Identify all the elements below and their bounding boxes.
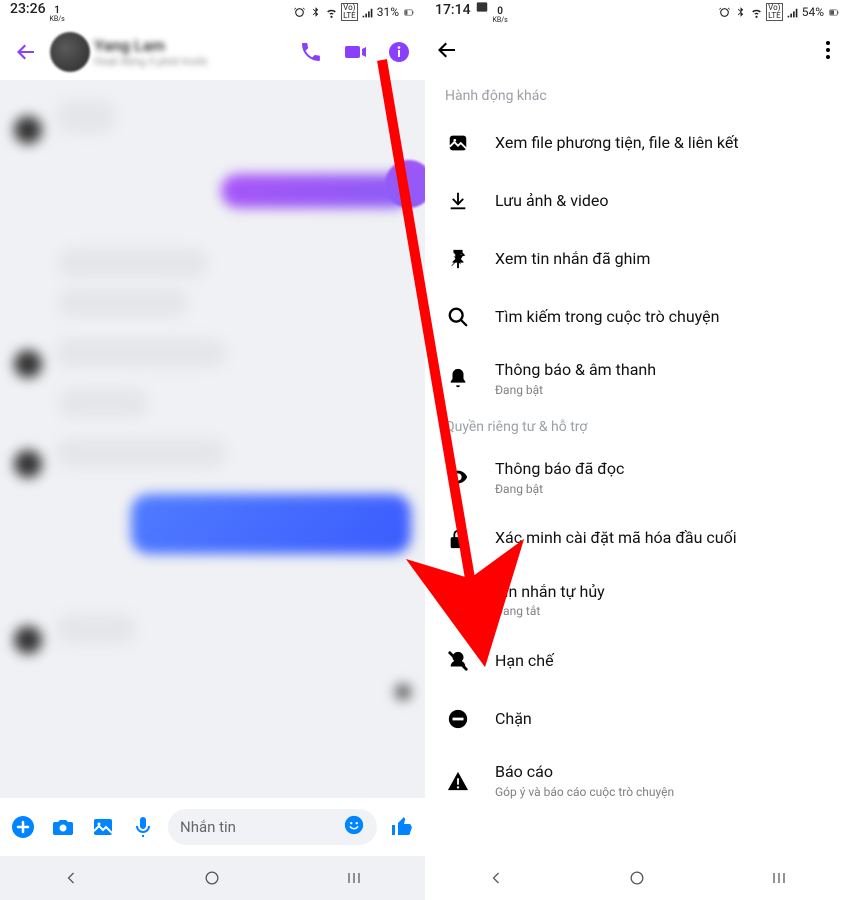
history-icon [445,587,471,613]
battery-icon [827,6,840,19]
battery-icon [402,6,415,19]
image-indicator-icon [475,0,489,14]
nav-recents[interactable] [344,868,364,888]
block-icon [445,706,471,732]
back-button[interactable] [6,32,46,72]
compose-bar: Nhắn tin [0,798,425,856]
alarm-icon [293,6,306,19]
bluetooth-icon [734,6,747,19]
row-save[interactable]: Lưu ảnh & video [425,172,850,230]
wifi-icon [325,6,338,19]
row-media[interactable]: Xem file phương tiện, file & liên kết [425,114,850,172]
signal-icon [786,6,799,19]
battery-percent: 54% [802,5,824,19]
status-bar-left: 23:26 1 KB/s Vo)LTE 31% [0,0,425,24]
chat-header: Yang Lam Hoạt động 3 phút trước [0,24,425,80]
battery-percent: 31% [377,5,399,19]
settings-list[interactable]: Hành động khác Xem file phương tiện, fil… [425,80,850,856]
row-encryption[interactable]: Xác minh cài đặt mã hóa đầu cuối [425,510,850,568]
search-icon [445,304,471,330]
row-disappearing[interactable]: Tin nhắn tự hủy Đang tắt [425,568,850,633]
restrict-icon [445,648,471,674]
contact-name-block[interactable]: Yang Lam Hoạt động 3 phút trước [94,36,287,68]
voice-call-button[interactable] [291,32,331,72]
clock-time: 17:14 [435,2,471,18]
message-placeholder: Nhắn tin [180,818,236,836]
android-navbar [0,856,425,900]
status-icons: Vo)LTE 54% [718,3,840,21]
signal-icon [361,6,374,19]
clock-time: 23:26 [10,1,46,17]
row-block[interactable]: Chặn [425,690,850,748]
like-button[interactable] [387,812,417,842]
pin-icon [445,246,471,272]
bell-icon [445,365,471,391]
status-bar-right: 17:14 0 KB/s Vo)LTE 54% [425,0,850,24]
data-rate: 0 KB/s [493,7,508,24]
lock-icon [445,526,471,552]
more-button[interactable] [816,38,840,66]
row-read-receipts[interactable]: Thông báo đã đọc Đang bật [425,445,850,510]
back-button[interactable] [435,38,459,66]
alarm-icon [718,6,731,19]
emoji-button[interactable] [343,814,365,840]
info-button[interactable] [379,32,419,72]
section-privacy: Quyền riêng tư & hỗ trợ [425,411,850,445]
row-restrict[interactable]: Hạn chế [425,632,850,690]
video-call-button[interactable] [335,32,375,72]
add-button[interactable] [8,812,38,842]
mic-button[interactable] [128,812,158,842]
data-rate: 1 KB/s [50,6,65,23]
row-report[interactable]: Báo cáo Góp ý và báo cáo cuộc trò chuyện [425,748,850,813]
row-search[interactable]: Tìm kiếm trong cuộc trò chuyện [425,288,850,346]
warning-icon [445,768,471,794]
eye-icon [445,464,471,490]
nav-back[interactable] [486,868,506,888]
message-input[interactable]: Nhắn tin [168,809,377,845]
detail-header [425,24,850,80]
download-icon [445,188,471,214]
row-pinned[interactable]: Xem tin nhắn đã ghim [425,230,850,288]
image-icon [445,130,471,156]
wifi-icon [750,6,763,19]
nav-recents[interactable] [769,868,789,888]
nav-home[interactable] [627,868,647,888]
nav-home[interactable] [202,868,222,888]
avatar[interactable] [50,32,90,72]
nav-back[interactable] [61,868,81,888]
row-notifications[interactable]: Thông báo & âm thanh Đang bật [425,346,850,411]
status-icons: Vo)LTE 31% [293,3,415,21]
android-navbar [425,856,850,900]
section-actions: Hành động khác [425,80,850,114]
camera-button[interactable] [48,812,78,842]
chat-body[interactable] [0,80,425,798]
bluetooth-icon [309,6,322,19]
gallery-button[interactable] [88,812,118,842]
